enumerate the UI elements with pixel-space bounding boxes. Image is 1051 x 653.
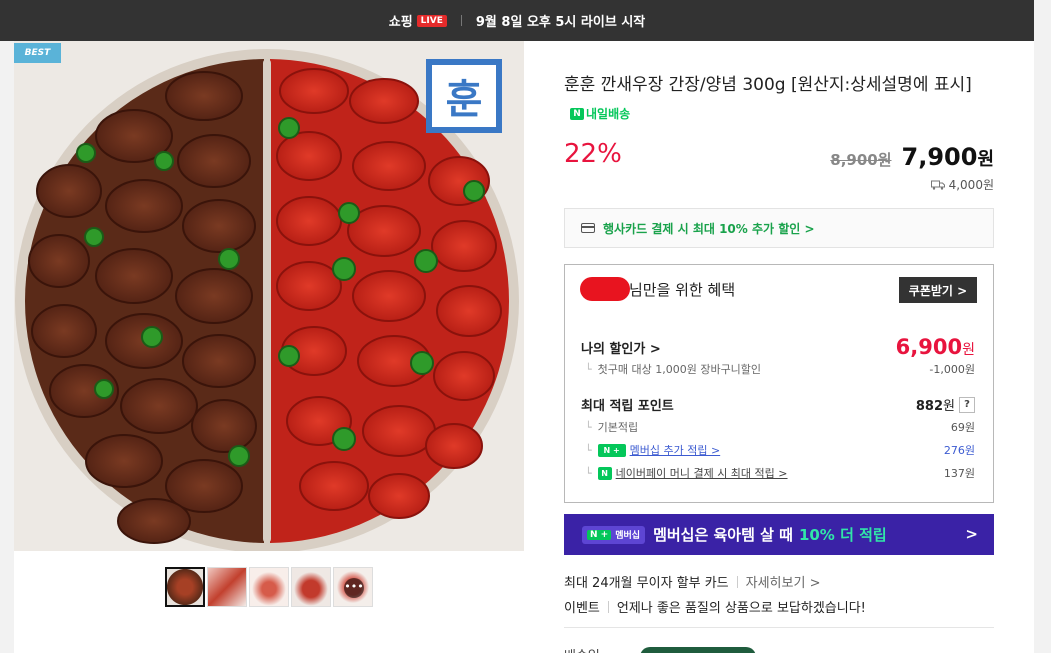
membership-banner[interactable]: N + 멤버십 멤버십은 육아템 살 때 10% 더 적립 >	[564, 514, 994, 555]
naver-n-icon: N	[570, 108, 584, 120]
naverpay-points-link[interactable]: 네이버페이 머니 결제 시 최대 적립 >	[616, 465, 788, 481]
thumbnail-strip: •••	[165, 567, 373, 607]
brand-logo: 훈	[426, 59, 502, 133]
membership-highlight: 10% 더 적립	[798, 526, 887, 544]
sale-price: 7,900	[901, 143, 978, 171]
chevron-right-icon: >	[965, 525, 978, 543]
naver-plus-icon: N +	[587, 529, 612, 540]
benefit-title: 님만을 위한 혜택	[629, 281, 736, 299]
live-schedule-text: 9월 8일 오후 5시 라이브 시작	[475, 15, 646, 30]
thumbnail-5[interactable]: •••	[333, 567, 373, 607]
coupon-button[interactable]: 쿠폰받기 >	[899, 277, 977, 303]
thumbnail-3[interactable]	[249, 567, 289, 607]
basic-points-value: 69원	[950, 421, 975, 434]
membership-tag: N + 멤버십	[582, 525, 646, 544]
product-title: 훈훈 깐새우장 간장/양념 300g [원산지:상세설명에 표시] N 내일배송	[564, 71, 994, 128]
points-label: 최대 적립 포인트	[581, 399, 674, 414]
first-purchase-row: └ 첫구매 대상 1,000원 장바구니할인 -1,000원	[585, 363, 975, 376]
benefit-box: 님만을 위한 혜택 쿠폰받기 > 나의 할인가 > 6,900원 └ 첫구매 대상…	[564, 264, 994, 503]
thumbnail-1[interactable]	[165, 567, 205, 607]
event-row: 이벤트 언제나 좋은 품질의 상품으로 보답하겠습니다!	[564, 597, 866, 616]
my-price-value: 6,900원	[895, 335, 975, 359]
membership-points-value: 276원	[943, 444, 975, 457]
thumbnail-2[interactable]	[207, 567, 247, 607]
help-icon[interactable]: ?	[959, 396, 975, 413]
shipping-fee: 4,000원	[930, 176, 994, 193]
thumbnail-4[interactable]	[291, 567, 331, 607]
best-badge: BEST	[14, 43, 61, 63]
installment-detail-link[interactable]: 자세히보기 >	[746, 572, 821, 591]
divider	[564, 627, 994, 628]
first-purchase-value: -1,000원	[929, 363, 975, 376]
basic-points-row: └ 기본적립 69원	[585, 421, 975, 434]
basic-points-label: 기본적립	[597, 421, 639, 434]
card-promo-link[interactable]: 행사카드 결제 시 최대 10% 추가 할인 >	[564, 208, 994, 248]
more-icon: •••	[344, 578, 364, 598]
installment-text: 최대 24개월 무이자 할부 카드	[564, 576, 729, 591]
truck-icon	[930, 180, 945, 190]
event-label: 이벤트	[564, 601, 600, 616]
masked-username	[580, 277, 630, 301]
points-value: 882원 ?	[916, 395, 975, 414]
product-page: BEST 훈 ••• 훈훈 깐새우장 간장/양념 300g [원산지:상세설명에…	[14, 41, 1034, 653]
discount-rate: 22%	[564, 139, 622, 169]
naver-plus-icon: N +	[597, 443, 626, 457]
event-text: 언제나 좋은 품질의 상품으로 보답하겠습니다!	[616, 601, 866, 616]
price-block: 8,900원 7,900 원	[830, 143, 994, 171]
main-product-image[interactable]: BEST 훈	[14, 41, 524, 551]
naverpay-points-value: 137원	[943, 467, 975, 480]
first-purchase-label: 첫구매 대상 1,000원 장바구니할인	[597, 363, 762, 376]
live-notice-bar[interactable]: 쇼핑 LIVE 9월 8일 오후 5시 라이브 시작	[0, 0, 1034, 41]
delivery-date-label: 배송일	[564, 645, 600, 653]
points-row: 최대 적립 포인트 882원 ?	[581, 395, 975, 414]
divider	[460, 15, 462, 26]
delivery-option-button[interactable]	[640, 647, 756, 653]
membership-points-row: └ N + 멤버십 추가 적립 > 276원	[585, 442, 975, 458]
credit-card-icon	[581, 223, 595, 233]
my-price-label[interactable]: 나의 할인가 >	[581, 338, 661, 357]
installment-row: 최대 24개월 무이자 할부 카드 자세히보기 >	[564, 572, 820, 591]
live-badge: LIVE	[416, 14, 447, 27]
delivery-badge: N 내일배송	[570, 100, 630, 128]
naverpay-points-row: └ N 네이버페이 머니 결제 시 최대 적립 > 137원	[585, 465, 975, 481]
naverpay-icon: N	[597, 466, 612, 480]
my-price-row: 나의 할인가 > 6,900원	[581, 335, 975, 359]
membership-points-link[interactable]: 멤버십 추가 적립 >	[630, 442, 721, 458]
original-price: 8,900원	[830, 151, 892, 169]
sale-price-unit: 원	[977, 149, 994, 170]
shopping-label: 쇼핑	[388, 15, 413, 30]
